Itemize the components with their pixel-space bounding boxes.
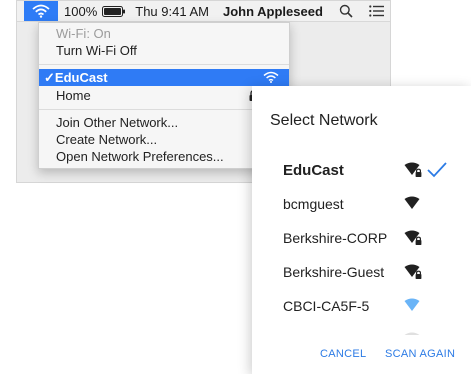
network-name: EduCast: [54, 70, 108, 85]
wifi-lock-icon: [404, 162, 422, 177]
network-row[interactable]: bcmguest: [252, 186, 471, 222]
select-network-dialog: Select Network EduCast bcmguest Berkshire-…: [252, 86, 471, 374]
wifi-signal-icon: [263, 71, 279, 83]
network-name: EduCast: [283, 161, 344, 179]
wifi-status: Wi-Fi: On: [56, 26, 111, 41]
wifi-icon: [404, 196, 420, 209]
network-row[interactable]: EduCast: [252, 152, 471, 188]
wifi-icon: [404, 298, 420, 311]
battery-icon[interactable]: [102, 5, 126, 17]
turn-wifi-off-item[interactable]: Turn Wi-Fi Off: [39, 42, 289, 59]
network-name: bcmguest: [283, 196, 344, 212]
network-name: CBCI-CA5F-5: [283, 298, 370, 314]
menu-separator: [39, 64, 289, 65]
connected-check-icon: [427, 162, 447, 178]
list-icon[interactable]: [369, 5, 384, 17]
wifi-lock-icon: [404, 230, 422, 245]
network-name: Berkshire-CORP: [283, 230, 388, 246]
scan-again-button[interactable]: SCAN AGAIN: [385, 348, 455, 360]
checkmark: ✓: [44, 70, 55, 85]
search-icon[interactable]: [339, 4, 353, 18]
network-name: Berkshire-Guest: [283, 264, 385, 280]
menu-bar: 100% Thu 9:41 AM John Appleseed: [17, 1, 390, 22]
network-item-educast[interactable]: ✓EduCast: [39, 69, 289, 86]
network-row[interactable]: Berkshire-Guest: [252, 254, 471, 290]
network-name: CorpWiFi: [283, 332, 341, 335]
wifi-icon[interactable]: [24, 1, 58, 21]
dialog-title: Select Network: [270, 112, 378, 129]
dialog-actions: CANCEL SCAN AGAIN: [252, 348, 471, 368]
network-name: Home: [56, 88, 91, 103]
network-list[interactable]: EduCast bcmguest Berkshire-CORP Berkshire-G…: [252, 152, 471, 335]
network-row[interactable]: CBCI-CA5F-5: [252, 288, 471, 324]
cancel-button[interactable]: CANCEL: [320, 348, 366, 360]
clock[interactable]: Thu 9:41 AM: [135, 4, 209, 19]
wifi-lock-icon: [404, 264, 422, 279]
network-row[interactable]: CorpWiFi: [252, 322, 471, 335]
battery-percent: 100%: [64, 3, 98, 19]
network-row[interactable]: Berkshire-CORP: [252, 220, 471, 256]
wifi-icon: [404, 332, 420, 335]
user-name[interactable]: John Appleseed: [223, 4, 323, 19]
